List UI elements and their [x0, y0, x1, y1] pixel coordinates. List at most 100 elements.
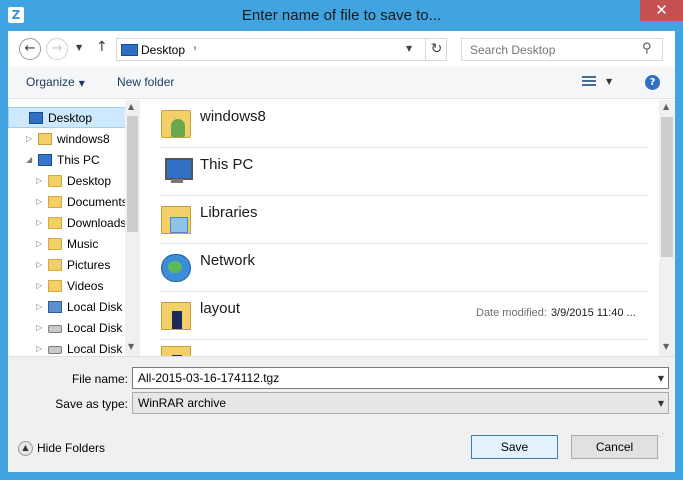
- chevron-down-icon[interactable]: ▼: [406, 44, 412, 53]
- save-type-value: WinRAR archive: [138, 396, 227, 410]
- scroll-up-icon[interactable]: ▲: [128, 102, 134, 111]
- desktop-folder-icon: [48, 175, 62, 187]
- hide-folders-button[interactable]: ▲ Hide Folders: [18, 441, 106, 457]
- save-options-panel: File name: All-2015-03-16-174112.tgz ▼ S…: [8, 356, 675, 472]
- documents-folder-icon: [48, 196, 62, 208]
- nav-item-music[interactable]: ▷ Music: [8, 234, 126, 255]
- item-name: Libraries: [200, 204, 258, 221]
- nav-item-downloads[interactable]: ▷ Downloads: [8, 213, 126, 234]
- nav-item-label: windows8: [57, 132, 110, 146]
- nav-item-this-pc[interactable]: ◢ This PC: [8, 150, 126, 171]
- list-item[interactable]: [159, 340, 649, 356]
- list-item[interactable]: Libraries: [159, 196, 649, 244]
- nav-item-pictures[interactable]: ▷ Pictures: [8, 255, 126, 276]
- expand-collapsed-icon[interactable]: ▷: [36, 255, 42, 275]
- list-item[interactable]: layout Date modified: 3/9/2015 11:40 ...: [159, 292, 649, 340]
- expand-collapsed-icon[interactable]: ▷: [26, 129, 32, 149]
- nav-item-desktop[interactable]: ▷ Desktop: [8, 171, 126, 192]
- expand-collapsed-icon[interactable]: ▷: [36, 234, 42, 254]
- nav-item-label: Desktop: [48, 111, 93, 125]
- folder-icon: [161, 346, 191, 356]
- chevron-down-icon[interactable]: ▼: [606, 77, 612, 86]
- scroll-up-icon[interactable]: ▲: [663, 102, 669, 111]
- list-item[interactable]: This PC: [159, 148, 649, 196]
- item-name: layout: [200, 300, 241, 317]
- close-button[interactable]: ✕: [640, 0, 683, 21]
- expand-collapsed-icon[interactable]: ▷: [36, 192, 42, 212]
- scroll-down-icon[interactable]: ▼: [663, 342, 669, 351]
- nav-item-videos[interactable]: ▷ Videos: [8, 276, 126, 297]
- search-icon[interactable]: ⚲: [642, 41, 652, 56]
- address-bar[interactable]: Desktop › ▼ ↻: [116, 38, 447, 61]
- date-modified-value: 3/9/2015 11:40 ...: [550, 307, 636, 319]
- computer-icon: [161, 158, 193, 186]
- cancel-button[interactable]: Cancel: [571, 435, 658, 459]
- save-dialog-window: Z Enter name of file to save to... ✕ ← →…: [0, 0, 683, 480]
- chevron-right-icon[interactable]: ›: [193, 43, 197, 54]
- desktop-icon: [121, 44, 138, 56]
- item-name: This PC: [200, 156, 254, 173]
- date-modified-label: Date modified:: [476, 307, 547, 319]
- resize-grip-icon[interactable]: ⋰: [656, 432, 664, 441]
- expand-collapsed-icon[interactable]: ▷: [36, 171, 42, 191]
- nav-item-label: This PC: [57, 153, 100, 167]
- expand-collapsed-icon[interactable]: ▷: [36, 318, 42, 338]
- file-list-scrollbar[interactable]: ▲ ▼: [659, 100, 675, 356]
- scroll-thumb[interactable]: [127, 116, 138, 232]
- pictures-folder-icon: [48, 259, 62, 271]
- libraries-icon: [161, 206, 191, 234]
- nav-item-documents[interactable]: ▷ Documents: [8, 192, 128, 213]
- nav-item-label: Local Disk: [67, 300, 123, 314]
- organize-label: Organize: [26, 75, 75, 89]
- navigation-pane-scrollbar[interactable]: ▲ ▼: [125, 100, 140, 356]
- scroll-down-icon[interactable]: ▼: [128, 342, 134, 351]
- expand-collapsed-icon[interactable]: ▷: [36, 339, 42, 356]
- nav-item-local-disk[interactable]: ▷ Local Disk: [8, 318, 126, 339]
- nav-item-local-disk[interactable]: ▷ Local Disk: [8, 297, 126, 318]
- forward-button[interactable]: →: [46, 38, 68, 60]
- chevron-down-icon[interactable]: ▼: [658, 394, 664, 414]
- recent-locations-icon[interactable]: ▼: [76, 43, 82, 52]
- file-name-value[interactable]: All-2015-03-16-174112.tgz: [138, 371, 279, 385]
- network-icon: [161, 254, 191, 282]
- downloads-folder-icon: [48, 217, 62, 229]
- help-icon[interactable]: ?: [645, 75, 660, 90]
- nav-item-windows8[interactable]: ▷ windows8: [8, 129, 126, 150]
- change-view-icon[interactable]: [582, 76, 596, 89]
- chevron-down-icon[interactable]: ▼: [658, 369, 664, 389]
- scroll-thumb[interactable]: [661, 117, 673, 257]
- file-name-field[interactable]: All-2015-03-16-174112.tgz ▼: [132, 367, 669, 389]
- search-input[interactable]: [462, 39, 642, 60]
- expand-open-icon[interactable]: ◢: [26, 150, 32, 170]
- nav-item-label: Pictures: [67, 258, 111, 272]
- computer-icon: [38, 154, 52, 166]
- disk-drive-icon: [48, 325, 62, 333]
- search-box[interactable]: ⚲: [461, 38, 663, 61]
- nav-item-local-disk[interactable]: ▷ Local Disk: [8, 339, 126, 356]
- up-folder-button[interactable]: ↑: [96, 39, 108, 55]
- nav-item-label: Videos: [67, 279, 104, 293]
- list-item[interactable]: windows8: [159, 100, 649, 148]
- list-item[interactable]: Network: [159, 244, 649, 292]
- save-button[interactable]: Save: [471, 435, 558, 459]
- expand-collapsed-icon[interactable]: ▷: [36, 297, 42, 317]
- save-type-label: Save as type:: [55, 397, 128, 411]
- navigation-pane: Desktop ▷ windows8 ◢ This PC ▷ Desktop ▷ Documen…: [8, 100, 140, 356]
- file-name-label: File name:: [71, 372, 128, 386]
- organize-button[interactable]: Organize ▼: [26, 75, 85, 89]
- nav-item-label: Music: [67, 237, 99, 251]
- nav-item-desktop[interactable]: Desktop: [8, 107, 126, 128]
- expand-collapsed-icon[interactable]: ▷: [36, 213, 42, 233]
- file-list: windows8 This PC Libraries Network layout Dat…: [141, 100, 659, 356]
- address-location[interactable]: Desktop: [141, 43, 185, 57]
- refresh-button[interactable]: ↻: [425, 38, 447, 61]
- new-folder-button[interactable]: New folder: [117, 75, 174, 89]
- title-bar[interactable]: Z Enter name of file to save to... ✕: [0, 0, 683, 31]
- chevron-down-icon: ▼: [78, 79, 85, 88]
- music-folder-icon: [48, 238, 62, 250]
- back-button[interactable]: ←: [19, 38, 41, 60]
- chevron-up-icon: ▲: [18, 441, 33, 457]
- save-type-select[interactable]: WinRAR archive ▼: [132, 392, 669, 414]
- expand-collapsed-icon[interactable]: ▷: [36, 276, 42, 296]
- hide-folders-label: Hide Folders: [37, 441, 106, 455]
